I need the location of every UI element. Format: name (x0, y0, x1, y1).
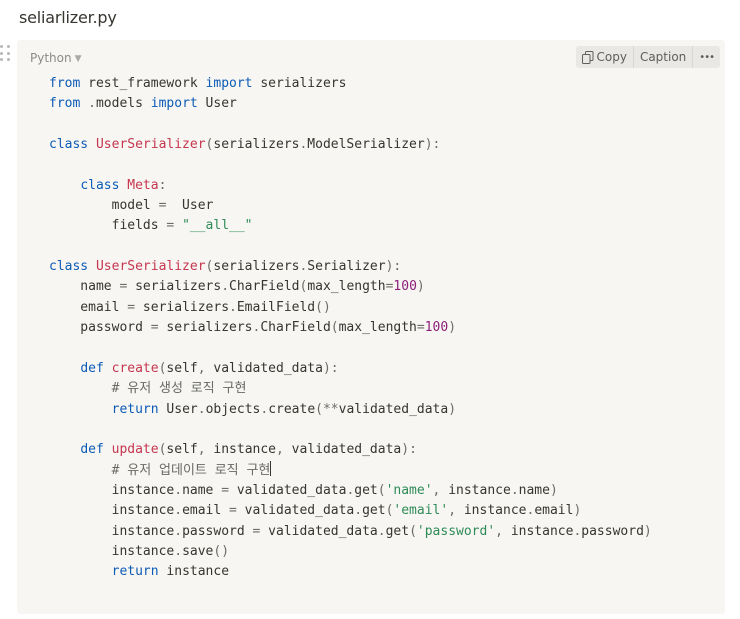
code-line: ​ (49, 420, 652, 440)
code-line: class UserSerializer(serializers.ModelSe… (49, 137, 441, 153)
text-cursor (270, 460, 272, 476)
code-line: ​ (49, 115, 652, 135)
code-line: # 유저 업데이트 로직 구현 (111, 460, 272, 478)
code-line: return instance (111, 564, 230, 580)
more-options-button[interactable]: ••• (693, 46, 720, 68)
code-line: model = User (49, 198, 214, 214)
code-line: instance.email = validated_data.get('ema… (49, 503, 582, 519)
copy-icon (581, 50, 594, 64)
code-line: ​ (49, 155, 652, 175)
code-line: class UserSerializer(serializers.Seriali… (49, 259, 402, 275)
code-line: ​ (49, 338, 652, 358)
code-line: class Meta: (80, 177, 167, 193)
code-line: ​ (49, 237, 652, 257)
code-line: # 유저 생성 로직 구현 (111, 381, 247, 397)
chevron-down-icon: ▼ (74, 54, 82, 64)
code-line: password = serializers.CharField(max_len… (49, 320, 457, 336)
code-line: return User.objects.create(**validated_d… (111, 401, 457, 417)
drag-handle-icon[interactable] (0, 45, 12, 63)
code-line: instance.save() (49, 543, 230, 559)
code-line: def update(self, instance, validated_dat… (80, 442, 417, 458)
copy-label: Copy (596, 50, 627, 64)
page-title[interactable]: seliarlizer.py (19, 8, 117, 27)
code-line: from rest_framework import serializers (49, 76, 347, 91)
code-toolbar: Copy Caption ••• (575, 46, 720, 68)
code-line: name = serializers.CharField(max_length=… (49, 279, 425, 295)
code-block[interactable]: Python ▼ Copy Caption ••• from rest_fram… (17, 40, 725, 614)
caption-button[interactable]: Caption (634, 46, 692, 68)
language-label: Python (30, 51, 72, 65)
more-icon: ••• (699, 51, 715, 63)
copy-button[interactable]: Copy (576, 46, 633, 68)
code-line: from .models import User (49, 96, 237, 112)
code-line: instance.name = validated_data.get('name… (49, 482, 558, 498)
code-line: def create(self, validated_data): (80, 360, 339, 376)
caption-label: Caption (639, 50, 687, 64)
code-line: fields = "__all__" (49, 218, 253, 234)
code-line: email = serializers.EmailField() (49, 299, 331, 315)
language-selector[interactable]: Python ▼ (30, 51, 82, 65)
code-content[interactable]: from rest_framework import serializers fr… (49, 74, 652, 583)
code-line: instance.password = validated_data.get('… (49, 523, 652, 539)
